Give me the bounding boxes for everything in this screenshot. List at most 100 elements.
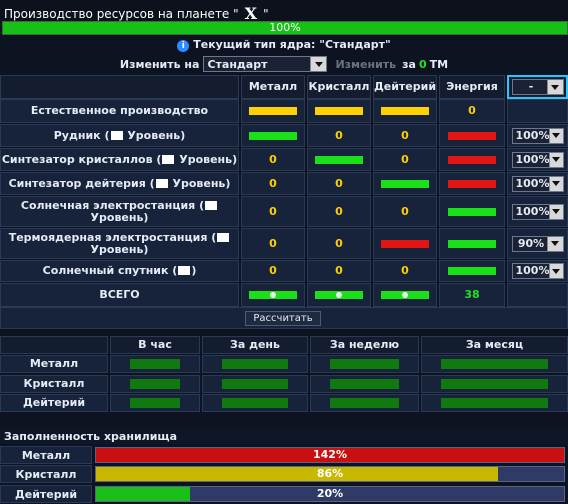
percent-select[interactable]: 100% [511, 151, 564, 168]
row-label-text: Рудник ( Уровень) [53, 128, 186, 142]
row-label: Синтезатор дейтерия ( Уровень) [0, 172, 239, 195]
period-cell [202, 375, 308, 393]
cell-metal [241, 124, 305, 147]
row-label-part: ) [191, 264, 197, 277]
cell-metal: 0 [241, 148, 305, 171]
cell-value: 0 [269, 236, 277, 250]
total-energy: 38 [439, 283, 505, 307]
red-bar [448, 131, 496, 140]
row-label-text: Естественное производство [30, 104, 209, 117]
period-bar [130, 398, 180, 408]
period-bar [222, 359, 288, 369]
cell-value: 0 [269, 204, 277, 218]
core-type-label: Текущий тип ядра: "Стандарт" [193, 38, 391, 51]
period-cell [421, 375, 568, 393]
cell-metal: 0 [241, 196, 305, 227]
row-label: Естественное производство [0, 99, 239, 123]
chevron-down-icon[interactable] [549, 128, 563, 143]
period-bar [330, 359, 399, 369]
level-box [155, 178, 168, 188]
cell-crystal: 0 [307, 260, 371, 282]
percent-select[interactable]: 100% [511, 175, 564, 192]
green-bar [249, 131, 297, 140]
info-icon[interactable]: i [177, 40, 190, 52]
percent-select[interactable]: 100% [511, 127, 564, 144]
cell-energy [439, 228, 505, 259]
storage-title: Заполненность хранилища [0, 428, 568, 444]
cell-value: 0 [401, 264, 409, 277]
percent-value: 100% [515, 152, 550, 166]
green-bar [448, 239, 496, 248]
red-bar [381, 239, 429, 248]
table-row: Рудник ( Уровень) 0 0 100% [0, 124, 568, 147]
cell-deut: 0 [373, 148, 437, 171]
yellow-bar [315, 107, 363, 115]
table-header: Металл Кристалл Дейтерий Энергия - [0, 75, 568, 99]
chevron-down-icon[interactable] [546, 80, 563, 94]
percent-select[interactable]: 100% [511, 203, 564, 220]
yellow-bar [381, 107, 429, 115]
period-cell [310, 394, 419, 412]
cell-metal: 0 [241, 260, 305, 282]
total-deuterium [373, 283, 437, 307]
change-button[interactable]: Изменить [335, 58, 396, 71]
cell-value: 0 [401, 128, 409, 142]
core-type-select[interactable]: Стандарт [203, 56, 328, 72]
row-label-part: Солнечный спутник ( [42, 264, 178, 277]
total-crystal [307, 283, 371, 307]
chevron-down-icon[interactable] [549, 264, 563, 278]
cell-crystal [307, 148, 371, 171]
storage-label: Кристалл [0, 465, 92, 483]
period-bar [222, 379, 288, 389]
period-cell [310, 375, 419, 393]
cell-deut: 0 [373, 124, 437, 147]
cell-value: 0 [269, 152, 277, 166]
cell-deut: 0 [373, 260, 437, 282]
percent-select[interactable]: 90% [511, 235, 564, 252]
period-cell [421, 355, 568, 373]
cell-crystal: 0 [307, 124, 371, 147]
header-metal: Металл [241, 75, 305, 99]
row-label-part: Уровень) [123, 128, 186, 142]
percent-cell: 100% [507, 172, 568, 195]
row-label-part: Рудник ( [53, 128, 110, 142]
percent-select[interactable]: 100% [511, 263, 564, 279]
period-row: Дейтерий [0, 394, 568, 412]
green-bar [315, 155, 363, 164]
global-percent-select[interactable]: - [511, 79, 564, 95]
period-bar [330, 379, 399, 389]
cost-prefix: за [402, 57, 416, 71]
period-bar [441, 398, 548, 408]
window-title: Производство ресурсов на планете " X " [0, 0, 568, 23]
chevron-down-icon[interactable] [549, 204, 563, 219]
chevron-down-icon[interactable] [549, 176, 563, 191]
period-cell [310, 355, 419, 373]
period-cell: За день [202, 336, 308, 354]
row-label: Солнечная электростанция ( Уровень) [0, 196, 239, 227]
cost-value: 0 [418, 57, 427, 71]
cell-deut [373, 228, 437, 259]
percent-cell: 100% [507, 148, 568, 171]
storage-bar: 20% [95, 486, 565, 502]
percent-cell: 100% [507, 124, 568, 147]
chevron-down-icon[interactable] [549, 152, 563, 167]
cell-metal: 0 [241, 172, 305, 195]
cell-energy [439, 260, 505, 282]
chevron-down-icon[interactable] [546, 236, 563, 251]
cell-deut [373, 172, 437, 195]
row-label-text: Синтезатор дейтерия ( Уровень) [9, 177, 231, 190]
change-to-label: Изменить на [119, 57, 200, 71]
chevron-down-icon[interactable] [310, 57, 327, 71]
level-box [162, 154, 175, 164]
period-bar [222, 398, 288, 408]
period-cell: Дейтерий [0, 394, 108, 412]
header-blank [0, 75, 239, 99]
global-percent-value: - [528, 80, 534, 93]
calculate-button[interactable]: Рассчитать [245, 311, 321, 326]
cell-crystal [307, 99, 371, 123]
period-cell [110, 375, 200, 393]
row-label: Термоядерная электростанция ( Уровень) [0, 228, 239, 259]
header-energy: Энергия [439, 75, 505, 99]
total-label: ВСЕГО [0, 283, 239, 307]
period-header: В час За день За неделю За месяц [0, 336, 568, 354]
